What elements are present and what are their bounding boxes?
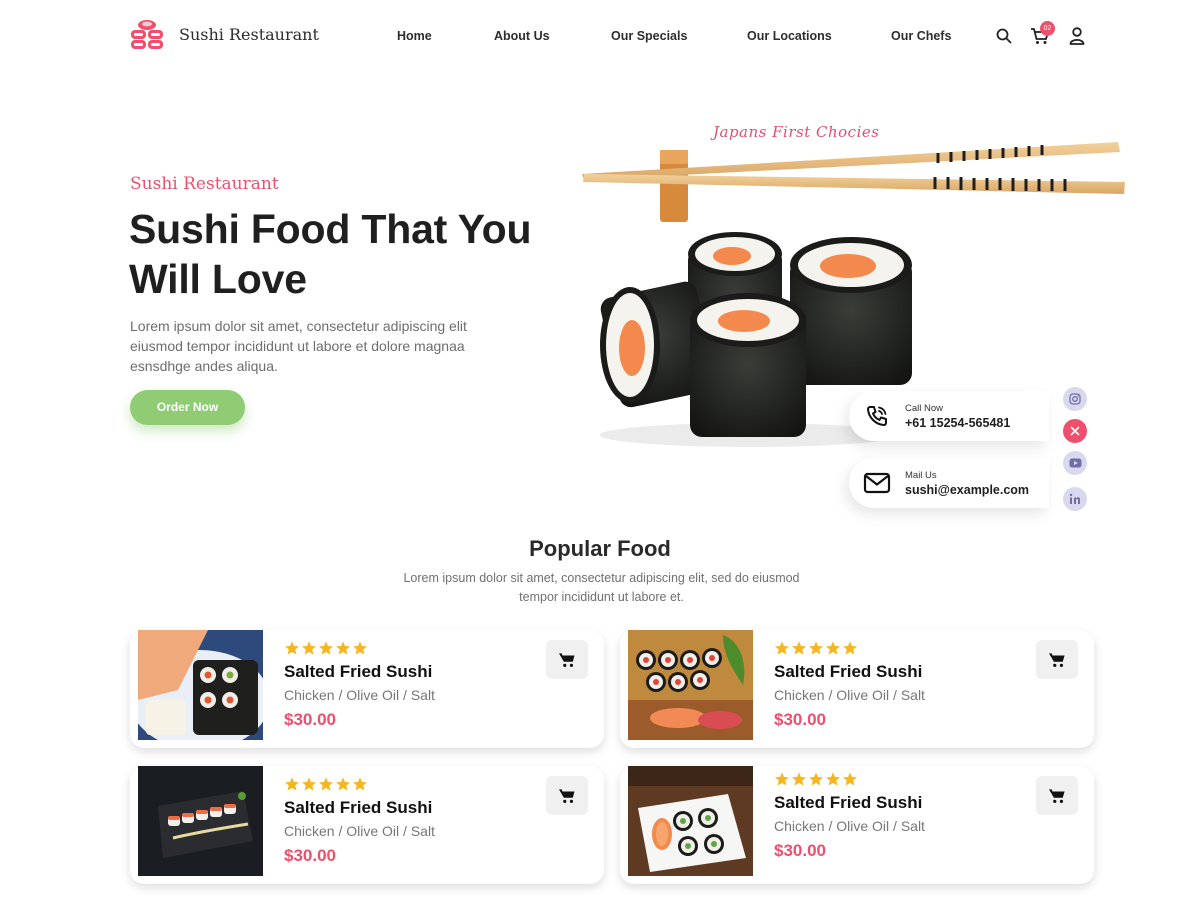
star-icon [319,641,333,655]
star-icon [353,777,367,791]
add-to-cart-button[interactable] [546,776,588,815]
star-icon [285,641,299,655]
order-now-button[interactable]: Order Now [130,390,245,425]
food-info: Salted Fried Sushi Chicken / Olive Oil /… [284,776,435,866]
add-to-cart-button[interactable] [1036,640,1078,679]
food-ingredients: Chicken / Olive Oil / Salt [284,687,435,703]
mail-icon [863,472,891,494]
star-icon [792,641,806,655]
x-icon [1070,426,1080,436]
food-card[interactable]: Salted Fried Sushi Chicken / Olive Oil /… [620,766,1094,884]
food-name: Salted Fried Sushi [284,798,433,817]
food-name: Salted Fried Sushi [774,793,923,812]
youtube-link[interactable] [1063,451,1087,475]
food-price: $30.00 [284,846,336,865]
user-icon[interactable] [1069,27,1085,45]
rating-stars [284,640,435,656]
food-image [138,766,263,876]
star-icon [809,641,823,655]
linkedin-link[interactable] [1063,487,1087,511]
hero-eyebrow: Sushi Restaurant [130,174,279,194]
star-icon [809,772,823,786]
star-icon [775,641,789,655]
main-nav: Home About Us Our Specials Our Locations… [0,29,1200,45]
star-icon [302,641,316,655]
add-to-cart-button[interactable] [546,640,588,679]
star-icon [319,777,333,791]
cart-icon [1049,788,1065,803]
star-icon [302,777,316,791]
instagram-link[interactable] [1063,387,1087,411]
star-icon [792,772,806,786]
nav-our-locations[interactable]: Our Locations [747,29,832,43]
popular-food-description: Lorem ipsum dolor sit amet, consectetur … [403,571,800,604]
star-icon [353,641,367,655]
food-image [138,630,263,740]
chopsticks-image [582,142,1125,222]
food-price: $30.00 [774,841,826,860]
food-name: Salted Fried Sushi [774,662,923,681]
cart-count-badge: 02 [1040,21,1055,36]
nav-our-chefs[interactable]: Our Chefs [891,29,951,43]
popular-food-title: Popular Food [529,536,671,561]
star-icon [826,641,840,655]
email-address[interactable]: sushi@example.com [905,483,1029,497]
food-card[interactable]: Salted Fried Sushi Chicken / Olive Oil /… [620,630,1094,748]
food-ingredients: Chicken / Olive Oil / Salt [284,823,435,839]
food-info: Salted Fried Sushi Chicken / Olive Oil /… [284,640,435,730]
food-info: Salted Fried Sushi Chicken / Olive Oil /… [774,640,925,730]
food-price: $30.00 [284,710,336,729]
hero-title: Sushi Food That You Will Love [129,206,532,302]
food-image [628,630,753,740]
star-icon [843,772,857,786]
mail-us-card[interactable]: Mail Us sushi@example.com [849,458,1049,508]
instagram-icon [1069,393,1081,405]
food-ingredients: Chicken / Olive Oil / Salt [774,818,925,834]
food-card[interactable]: Salted Fried Sushi Chicken / Olive Oil /… [130,766,604,884]
food-card[interactable]: Salted Fried Sushi Chicken / Olive Oil /… [130,630,604,748]
star-icon [336,641,350,655]
rating-stars [284,776,435,792]
mail-us-label: Mail Us [905,469,937,481]
linkedin-icon [1069,493,1080,504]
star-icon [826,772,840,786]
food-image [628,766,753,876]
x-link[interactable] [1063,419,1087,443]
nav-home[interactable]: Home [397,29,432,43]
cart-icon [559,652,575,667]
star-icon [285,777,299,791]
phone-icon [867,406,887,426]
food-info: Salted Fried Sushi Chicken / Olive Oil /… [774,771,925,861]
food-name: Salted Fried Sushi [284,662,433,681]
add-to-cart-button[interactable] [1036,776,1078,815]
phone-number[interactable]: +61 15254-565481 [905,416,1010,430]
food-ingredients: Chicken / Olive Oil / Salt [774,687,925,703]
hero-description: Lorem ipsum dolor sit amet, consectetur … [130,318,467,374]
nav-our-specials[interactable]: Our Specials [611,29,687,43]
star-icon [843,641,857,655]
call-now-label: Call Now [905,402,944,414]
cart-icon [1049,652,1065,667]
search-icon[interactable] [996,28,1012,44]
food-price: $30.00 [774,710,826,729]
star-icon [336,777,350,791]
cart-icon [559,788,575,803]
star-icon [775,772,789,786]
youtube-icon [1069,458,1081,468]
rating-stars [774,771,925,787]
call-now-card[interactable]: Call Now +61 15254-565481 [849,391,1049,441]
nav-about-us[interactable]: About Us [494,29,550,43]
rating-stars [774,640,925,656]
